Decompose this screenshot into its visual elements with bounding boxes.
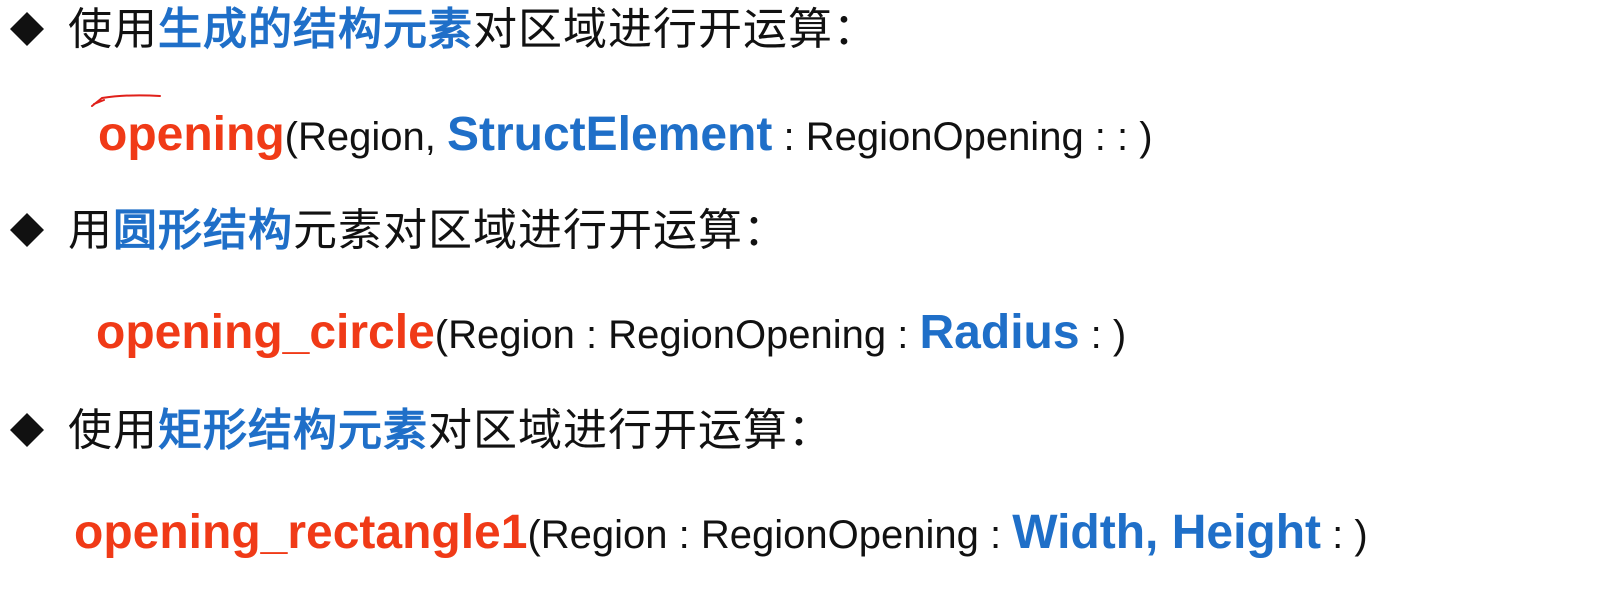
function-name-opening-rectangle1: opening_rectangle1: [74, 506, 528, 559]
heading-2: 用圆形结构元素对区域进行开运算：: [0, 209, 788, 253]
diamond-bullet-icon: [8, 411, 46, 449]
heading-2-highlight: 圆形结构: [113, 205, 293, 256]
param-radius: Radius: [919, 306, 1080, 359]
heading-1-prefix: 使用: [68, 4, 158, 55]
heading-3-suffix: 对区域进行开运算：: [428, 405, 833, 456]
code-1-part1: (Region,: [284, 115, 447, 159]
diamond-bullet-icon: [8, 211, 46, 249]
function-name-opening-circle: opening_circle: [96, 306, 435, 359]
code-3-part2: : ): [1321, 513, 1368, 557]
diamond-bullet-icon: [8, 10, 46, 48]
heading-3-highlight: 矩形结构元素: [158, 405, 428, 456]
heading-2-suffix: 元素对区域进行开运算：: [293, 205, 788, 256]
param-struct-element: StructElement: [446, 108, 773, 161]
code-1-part2: : RegionOpening : : ): [772, 115, 1153, 159]
heading-1-suffix: 对区域进行开运算：: [473, 4, 878, 55]
heading-3: 使用矩形结构元素对区域进行开运算：: [0, 409, 833, 453]
code-line-2: opening_circle(Region : RegionOpening : …: [96, 309, 1126, 357]
code-line-3: opening_rectangle1(Region : RegionOpenin…: [74, 509, 1368, 557]
param-width-height: Width, Height: [1012, 506, 1322, 559]
function-name-opening: opening: [98, 108, 285, 161]
code-2-part2: : ): [1079, 313, 1127, 357]
code-line-1: opening(Region, StructElement : RegionOp…: [98, 111, 1153, 159]
heading-1: 使用生成的结构元素对区域进行开运算：: [0, 8, 878, 52]
heading-3-prefix: 使用: [68, 405, 158, 456]
code-2-part1: (Region : RegionOpening :: [434, 313, 920, 357]
heading-2-prefix: 用: [68, 205, 113, 256]
heading-1-highlight: 生成的结构元素: [158, 4, 473, 55]
code-3-part1: (Region : RegionOpening :: [527, 513, 1013, 557]
